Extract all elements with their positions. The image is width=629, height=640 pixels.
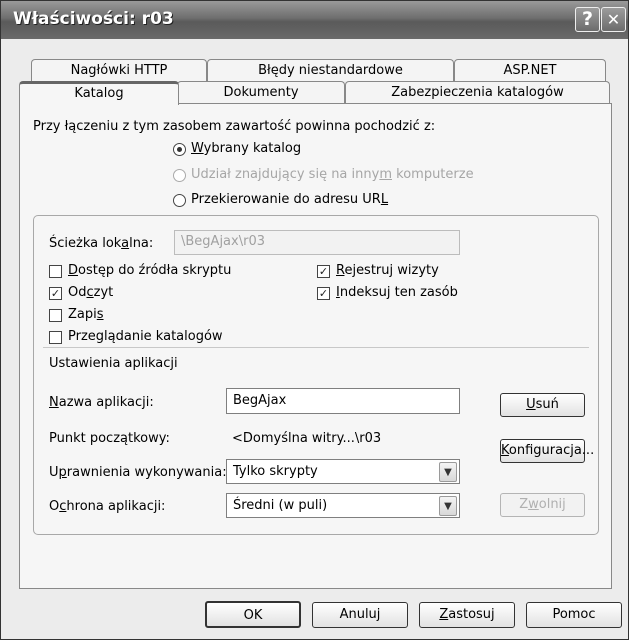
start-point-label: Punkt początkowy: <box>49 431 170 446</box>
remove-button[interactable]: Usuń <box>500 393 585 417</box>
tab-directory-security[interactable]: Zabezpieczenia katalogów <box>345 81 610 103</box>
radio-share-label[interactable]: Udział znajdujący się na innym komputerz… <box>191 167 474 182</box>
checkmark-icon: ✓ <box>50 287 61 300</box>
help-dialog-button[interactable]: Pomoc <box>526 602 622 628</box>
properties-dialog: Właściwości: r03 ? ✕ Nagłówki HTTP Błędy… <box>0 0 629 640</box>
content-source-label: Przy łączeniu z tym zasobem zawartość po… <box>33 119 436 134</box>
start-point-value: <Domyślna witry...\r03 <box>232 431 382 446</box>
execute-permissions-value: Tylko skrypty <box>233 464 318 479</box>
checkbox-script-source[interactable] <box>49 265 62 278</box>
radio-redirect[interactable] <box>173 194 186 207</box>
radio-share[interactable] <box>173 169 186 182</box>
checkbox-browse-label[interactable]: Przeglądanie katalogów <box>68 329 223 344</box>
title-bar[interactable]: Właściwości: r03 ? ✕ <box>1 1 628 39</box>
close-icon: ✕ <box>606 10 621 29</box>
cancel-button[interactable]: Anuluj <box>312 602 408 628</box>
local-path-label: Ścieżka lokalna: <box>49 236 154 251</box>
checkbox-write[interactable] <box>49 309 62 322</box>
tab-directory-label: Katalog <box>74 86 124 101</box>
execute-permissions-label: Uprawnienia wykonywania: <box>49 465 227 480</box>
checkbox-log-visits-label[interactable]: Rejestruj wizyty <box>336 263 439 278</box>
section-separator <box>43 347 589 348</box>
radio-directory-label[interactable]: Wybrany katalog <box>191 141 301 156</box>
window-title: Właściwości: r03 <box>13 9 174 29</box>
help-icon: ? <box>581 8 594 30</box>
local-path-field[interactable]: \BegAjax\r03 <box>174 230 460 255</box>
tab-directory-active[interactable]: Katalog <box>19 81 179 105</box>
execute-permissions-select[interactable]: Tylko skrypty ▼ <box>226 459 460 484</box>
chevron-down-icon[interactable]: ▼ <box>439 496 457 516</box>
app-protection-select[interactable]: Średni (w puli) ▼ <box>226 493 460 518</box>
radio-selected-dot <box>177 147 182 152</box>
checkbox-log-visits[interactable]: ✓ <box>317 265 330 278</box>
checkbox-script-source-label[interactable]: Dostęp do źródła skryptu <box>68 263 231 278</box>
tab-http-headers[interactable]: Nagłówki HTTP <box>31 59 207 81</box>
tab-custom-errors[interactable]: Błędy niestandardowe <box>207 59 454 81</box>
checkbox-index-resource[interactable]: ✓ <box>317 287 330 300</box>
app-name-label: Nazwa aplikacji: <box>49 395 154 410</box>
checkmark-icon: ✓ <box>318 287 329 300</box>
radio-directory[interactable] <box>173 143 186 156</box>
tab-documents[interactable]: Dokumenty <box>177 81 345 103</box>
app-protection-label: Ochrona aplikacji: <box>49 499 166 514</box>
checkbox-write-label[interactable]: Zapis <box>68 307 104 322</box>
app-protection-value: Średni (w puli) <box>233 498 328 513</box>
app-name-input[interactable]: BegAjax <box>226 388 460 414</box>
app-settings-title: Ustawienia aplikacji <box>49 356 178 371</box>
checkbox-index-resource-label[interactable]: Indeksuj ten zasób <box>336 285 458 300</box>
checkmark-icon: ✓ <box>318 265 329 278</box>
checkbox-read[interactable]: ✓ <box>49 287 62 300</box>
radio-redirect-label[interactable]: Przekierowanie do adresu URL <box>191 192 388 207</box>
close-button[interactable]: ✕ <box>601 7 626 32</box>
checkbox-browse[interactable] <box>49 331 62 344</box>
chevron-down-icon[interactable]: ▼ <box>439 462 457 482</box>
apply-button[interactable]: Zastosuj <box>419 602 515 628</box>
help-button[interactable]: ? <box>575 7 600 32</box>
configuration-button[interactable]: Konfiguracja... <box>500 439 594 463</box>
ok-button[interactable]: OK <box>205 601 301 628</box>
checkbox-read-label[interactable]: Odczyt <box>68 285 113 300</box>
unload-button[interactable]: Zwolnij <box>500 493 585 517</box>
tab-aspnet[interactable]: ASP.NET <box>454 59 606 81</box>
